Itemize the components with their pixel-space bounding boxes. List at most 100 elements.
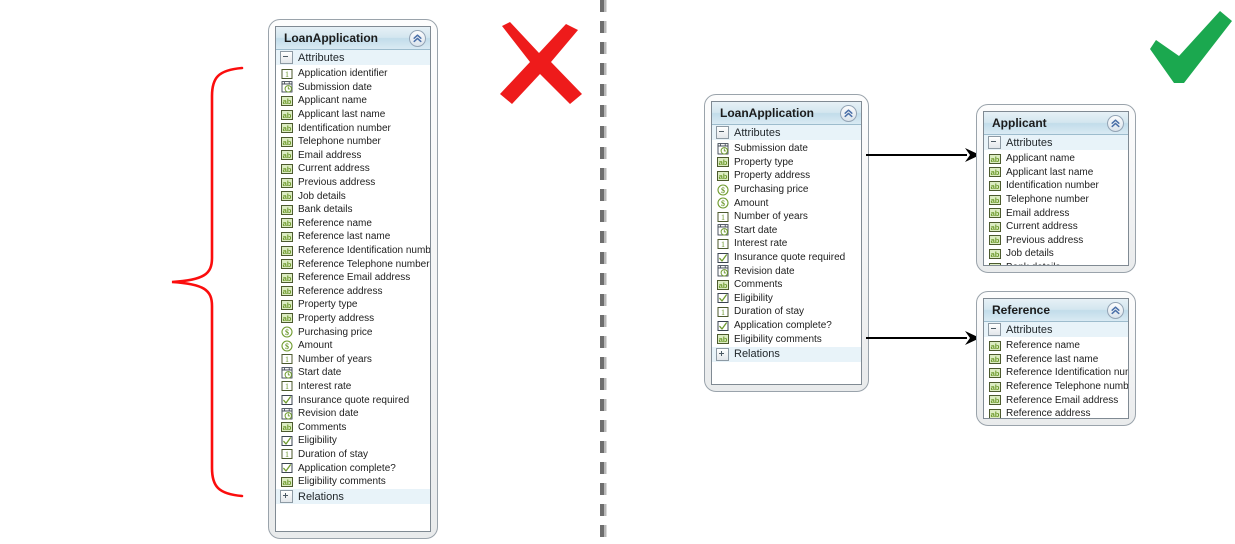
- attribute-row[interactable]: ab Reference name: [984, 339, 1128, 353]
- attribute-row[interactable]: Insurance quote required: [712, 251, 861, 265]
- attribute-row[interactable]: $ Amount: [712, 196, 861, 210]
- type-text-icon: ab: [989, 408, 1001, 418]
- attribute-row[interactable]: ab Property address: [276, 312, 430, 326]
- entity-card-loanapplication-monolithic[interactable]: LoanApplication Attributes 1 Application …: [268, 19, 438, 539]
- attribute-row[interactable]: ab Identification number: [984, 179, 1128, 193]
- attribute-row[interactable]: ab Reference Email address: [276, 271, 430, 285]
- attribute-row[interactable]: Revision date: [276, 407, 430, 421]
- type-text-icon: ab: [281, 123, 293, 134]
- attribute-row[interactable]: ab Eligibility comments: [712, 332, 861, 346]
- attribute-row[interactable]: Eligibility: [276, 434, 430, 448]
- attribute-row[interactable]: ab Applicant last name: [984, 166, 1128, 180]
- attribute-row[interactable]: ab Reference last name: [276, 230, 430, 244]
- section-header-attributes[interactable]: Attributes: [984, 322, 1128, 338]
- entity-card-reference[interactable]: Reference Attributes ab Reference name ab R…: [976, 291, 1136, 426]
- section-header-attributes[interactable]: Attributes: [276, 50, 430, 66]
- attribute-row[interactable]: Application complete?: [712, 319, 861, 333]
- attribute-row[interactable]: ab Comments: [276, 420, 430, 434]
- attribute-row[interactable]: ab Reference address: [276, 285, 430, 299]
- attribute-row[interactable]: Start date: [276, 366, 430, 380]
- attribute-row[interactable]: Eligibility: [712, 292, 861, 306]
- attribute-row[interactable]: ab Comments: [712, 278, 861, 292]
- entity-header[interactable]: Reference: [984, 299, 1128, 322]
- attribute-row[interactable]: ab Job details: [276, 189, 430, 203]
- attribute-row[interactable]: ab Property address: [712, 169, 861, 183]
- section-header-relations[interactable]: Relations: [276, 489, 430, 506]
- attribute-row[interactable]: ab Reference last name: [984, 353, 1128, 367]
- attribute-row[interactable]: ab Reference Identification number: [276, 244, 430, 258]
- attribute-row[interactable]: ab Applicant last name: [276, 108, 430, 122]
- attribute-row[interactable]: ab Reference address: [984, 407, 1128, 418]
- attribute-row[interactable]: ab Current address: [984, 220, 1128, 234]
- attribute-name-label: Applicant last name: [1006, 166, 1094, 178]
- attribute-row[interactable]: Insurance quote required: [276, 393, 430, 407]
- chevron-up-collapse-icon[interactable]: [409, 29, 426, 47]
- attribute-row[interactable]: Submission date: [712, 142, 861, 156]
- attribute-row[interactable]: Start date: [712, 224, 861, 238]
- entity-header[interactable]: Applicant: [984, 112, 1128, 135]
- svg-text:ab: ab: [283, 477, 292, 486]
- attribute-row[interactable]: ab Identification number: [276, 121, 430, 135]
- section-header-attributes[interactable]: Attributes: [712, 125, 861, 141]
- attribute-row[interactable]: ab Bank details: [984, 261, 1128, 265]
- minus-expander-icon[interactable]: [716, 126, 729, 139]
- entity-card-applicant[interactable]: Applicant Attributes ab Applicant name ab A…: [976, 104, 1136, 273]
- svg-text:ab: ab: [719, 172, 728, 181]
- attribute-row[interactable]: ab Email address: [276, 149, 430, 163]
- attribute-row[interactable]: ab Reference name: [276, 217, 430, 231]
- attribute-row[interactable]: ab Applicant name: [984, 152, 1128, 166]
- attribute-row[interactable]: ab Reference Email address: [984, 393, 1128, 407]
- chevron-up-collapse-icon[interactable]: [840, 104, 857, 122]
- plus-expander-icon[interactable]: [280, 490, 293, 504]
- attribute-row[interactable]: Revision date: [712, 264, 861, 278]
- attribute-row[interactable]: ab Property type: [276, 298, 430, 312]
- attribute-row[interactable]: $ Purchasing price: [276, 325, 430, 339]
- section-header-attributes[interactable]: Attributes: [984, 135, 1128, 151]
- attribute-row[interactable]: ab Previous address: [984, 234, 1128, 248]
- chevron-up-collapse-icon[interactable]: [1107, 301, 1124, 319]
- svg-text:1: 1: [285, 450, 289, 459]
- attribute-row[interactable]: 1 Number of years: [712, 210, 861, 224]
- attribute-row[interactable]: ab Telephone number: [276, 135, 430, 149]
- svg-text:ab: ab: [283, 246, 292, 255]
- type-text-icon: ab: [989, 340, 1001, 351]
- attribute-row[interactable]: 1 Interest rate: [712, 237, 861, 251]
- type-currency-icon: $: [717, 184, 729, 196]
- attribute-row[interactable]: ab Telephone number: [984, 193, 1128, 207]
- attribute-row[interactable]: 1 Number of years: [276, 352, 430, 366]
- attribute-row[interactable]: ab Property type: [712, 156, 861, 170]
- attribute-row[interactable]: $ Amount: [276, 339, 430, 353]
- attribute-row[interactable]: Application complete?: [276, 461, 430, 475]
- attribute-row[interactable]: ab Job details: [984, 247, 1128, 261]
- attribute-row[interactable]: ab Applicant name: [276, 94, 430, 108]
- entity-header[interactable]: LoanApplication: [712, 102, 861, 125]
- entity-header[interactable]: LoanApplication: [276, 27, 430, 50]
- section-header-relations[interactable]: Relations: [712, 346, 861, 363]
- svg-text:ab: ab: [283, 314, 292, 323]
- attribute-row[interactable]: ab Bank details: [276, 203, 430, 217]
- attribute-row[interactable]: ab Current address: [276, 162, 430, 176]
- attribute-row[interactable]: $ Purchasing price: [712, 183, 861, 197]
- attribute-row[interactable]: ab Reference Identification number: [984, 366, 1128, 380]
- attribute-name-label: Reference Telephone number: [1006, 381, 1129, 393]
- svg-text:$: $: [721, 186, 725, 195]
- minus-expander-icon[interactable]: [988, 136, 1001, 149]
- attribute-row[interactable]: Submission date: [276, 81, 430, 95]
- plus-expander-icon[interactable]: [716, 347, 729, 361]
- attribute-row[interactable]: ab Previous address: [276, 176, 430, 190]
- minus-expander-icon[interactable]: [988, 323, 1001, 336]
- attribute-row[interactable]: ab Eligibility comments: [276, 475, 430, 489]
- entity-card-loanapplication-refactored[interactable]: LoanApplication Attributes Submission da…: [704, 94, 869, 392]
- attribute-name-label: Reference name: [1006, 340, 1080, 352]
- attribute-row[interactable]: 1 Duration of stay: [276, 448, 430, 462]
- attribute-name-label: Purchasing price: [298, 326, 373, 338]
- attribute-row[interactable]: 1 Duration of stay: [712, 305, 861, 319]
- attribute-row[interactable]: 1 Interest rate: [276, 380, 430, 394]
- attribute-row[interactable]: ab Email address: [984, 206, 1128, 220]
- attribute-row[interactable]: ab Reference Telephone number: [276, 257, 430, 271]
- attribute-row[interactable]: ab Reference Telephone number: [984, 380, 1128, 394]
- attribute-row[interactable]: 1 Application identifier: [276, 67, 430, 81]
- minus-expander-icon[interactable]: [280, 51, 293, 64]
- type-text-icon: ab: [281, 231, 293, 242]
- chevron-up-collapse-icon[interactable]: [1107, 114, 1124, 132]
